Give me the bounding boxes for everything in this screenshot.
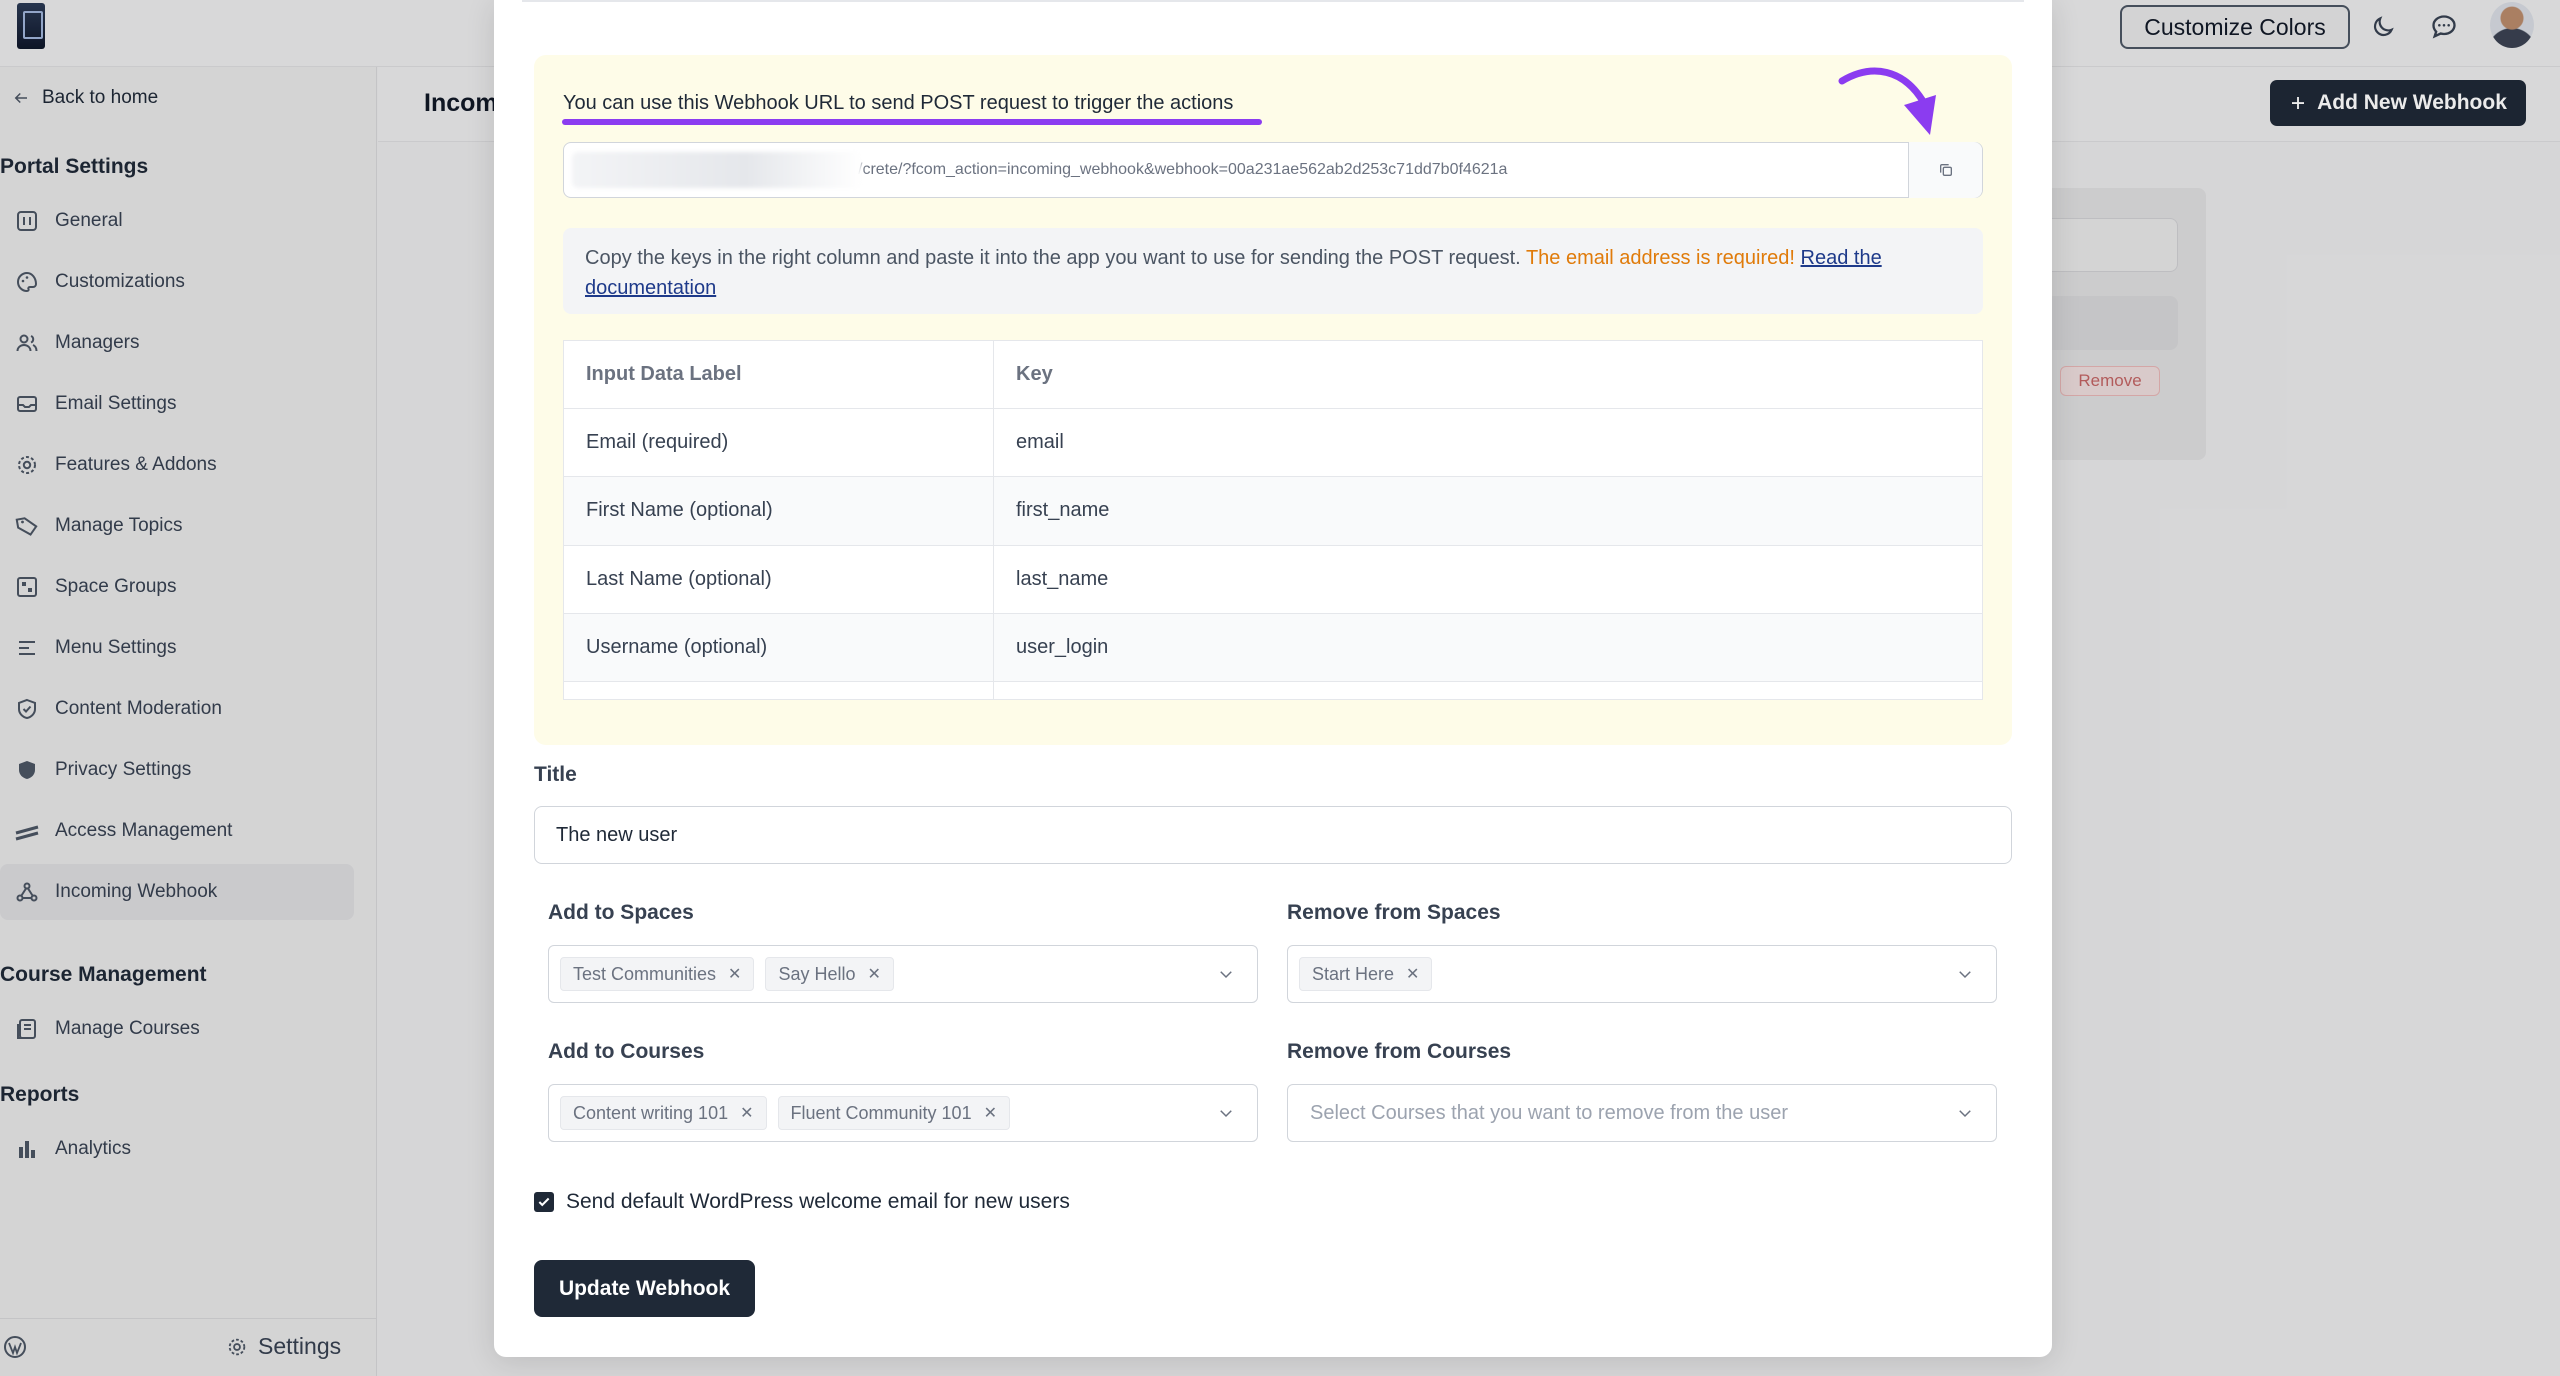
table-row: Username (optional) user_login [563, 613, 1983, 682]
check-icon [538, 1197, 550, 1207]
chevron-down-icon [1959, 971, 1971, 979]
remove-from-spaces-select[interactable]: Start Here ✕ [1287, 945, 1997, 1003]
close-icon[interactable]: ✕ [740, 1103, 753, 1123]
annotation-arrow-icon [1838, 67, 1936, 135]
chevron-down-icon [1220, 1110, 1232, 1118]
remove-from-courses-label: Remove from Courses [1287, 1040, 1512, 1063]
remove-from-spaces-label: Remove from Spaces [1287, 901, 1501, 924]
webhook-url-field[interactable]: /crete/?fcom_action=incoming_webhook&web… [563, 142, 1983, 198]
table-row [563, 681, 1983, 701]
webhook-info-title: You can use this Webhook URL to send POS… [563, 92, 1234, 114]
selected-tag: Test Communities ✕ [560, 957, 755, 991]
chevron-down-icon [1220, 971, 1232, 979]
table-cell [993, 681, 1983, 701]
table-cell: Username (optional) [563, 613, 994, 682]
chevron-down-icon [1959, 1110, 1971, 1118]
title-input[interactable]: The new user [534, 806, 2012, 864]
table-row: First Name (optional) first_name [563, 476, 1983, 546]
divider [522, 0, 2024, 2]
add-to-spaces-select[interactable]: Test Communities ✕ Say Hello ✕ [548, 945, 1258, 1003]
webhook-instructions-note: Copy the keys in the right column and pa… [563, 228, 1983, 314]
table-cell [563, 681, 994, 701]
tag-label: Fluent Community 101 [790, 1102, 972, 1123]
webhook-url-text[interactable]: /crete/?fcom_action=incoming_webhook&web… [858, 161, 1908, 179]
add-to-spaces-label: Add to Spaces [548, 901, 694, 924]
copy-url-button[interactable] [1908, 142, 1982, 198]
input-keys-table: Input Data Label Key Email (required) em… [563, 340, 1983, 701]
table-row: Email (required) email [563, 408, 1983, 478]
close-icon[interactable]: ✕ [868, 964, 881, 984]
copy-icon [1939, 164, 1952, 176]
select-placeholder: Select Courses that you want to remove f… [1310, 1101, 1788, 1124]
update-webhook-button[interactable]: Update Webhook [534, 1260, 755, 1317]
table-cell: Last Name (optional) [563, 545, 994, 614]
tag-label: Content writing 101 [573, 1102, 729, 1123]
table-header-row: Input Data Label Key [563, 340, 1983, 410]
selected-tag: Fluent Community 101 ✕ [777, 1096, 1010, 1130]
welcome-email-label: Send default WordPress welcome email for… [566, 1190, 1070, 1213]
selected-tag: Start Here ✕ [1299, 957, 1433, 991]
note-text: Copy the keys in the right column and pa… [585, 247, 1526, 269]
selected-tag: Say Hello ✕ [765, 957, 894, 991]
annotation-underline [562, 119, 1262, 125]
close-icon[interactable]: ✕ [1406, 964, 1419, 984]
tag-label: Start Here [1312, 963, 1395, 984]
add-to-courses-select[interactable]: Content writing 101 ✕ Fluent Community 10… [548, 1084, 1258, 1142]
add-to-courses-label: Add to Courses [548, 1040, 705, 1063]
tag-label: Test Communities [573, 963, 717, 984]
table-row: Last Name (optional) last_name [563, 545, 1983, 614]
close-icon[interactable]: ✕ [984, 1103, 997, 1123]
title-label: Title [534, 763, 577, 786]
edit-webhook-modal: You can use this Webhook URL to send POS… [494, 0, 2052, 1357]
selected-tag: Content writing 101 ✕ [560, 1096, 767, 1130]
redacted-url-host [572, 152, 862, 188]
tag-label: Say Hello [778, 963, 856, 984]
required-warning: The email address is required! [1525, 247, 1795, 269]
column-header: Input Data Label [563, 340, 994, 410]
table-cell: user_login [993, 613, 1983, 682]
table-cell: first_name [993, 476, 1983, 546]
column-header: Key [993, 340, 1983, 410]
table-cell: Email (required) [563, 408, 994, 478]
table-cell: First Name (optional) [563, 476, 994, 546]
welcome-email-checkbox[interactable] [534, 1192, 554, 1212]
webhook-info-box: You can use this Webhook URL to send POS… [534, 55, 2012, 745]
remove-from-courses-select[interactable]: Select Courses that you want to remove f… [1287, 1084, 1997, 1142]
table-cell: last_name [993, 545, 1983, 614]
welcome-email-option[interactable]: Send default WordPress welcome email for… [534, 1190, 1070, 1214]
close-icon[interactable]: ✕ [728, 964, 741, 984]
table-cell: email [993, 408, 1983, 478]
